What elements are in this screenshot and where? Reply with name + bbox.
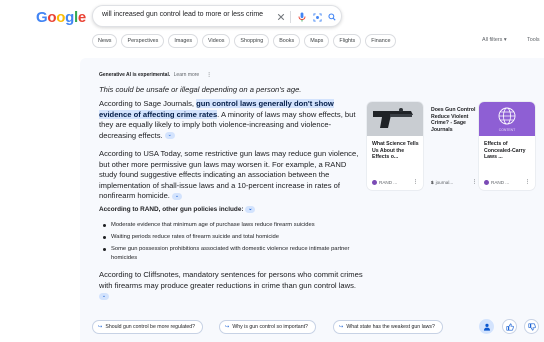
rand-favicon	[484, 180, 489, 185]
card-menu-icon[interactable]: ⋮	[472, 179, 477, 185]
card-title: What Science Tells Us About the Effects …	[372, 141, 419, 161]
reply-arrow-icon: ↪	[98, 324, 103, 330]
thumbs-up-icon	[505, 322, 514, 331]
thumbs-down-button[interactable]	[524, 319, 539, 334]
expand-source-button[interactable]: ⌄	[245, 206, 256, 213]
chip-videos[interactable]: Videos	[202, 34, 231, 48]
search-divider	[290, 11, 291, 23]
microphone-icon[interactable]	[296, 11, 308, 23]
content-image: CONTENT	[479, 102, 535, 136]
followup-text: What state has the weakest gun laws?	[346, 324, 435, 330]
thumbs-down-icon	[527, 322, 536, 331]
all-filters-label: All filters	[482, 37, 503, 43]
logo-letter: o	[56, 9, 66, 26]
search-results-page: Google will increased gun control lead t…	[0, 0, 544, 342]
overview-paragraph-1: According to Sage Journals, gun control …	[99, 99, 365, 141]
rand-policy-list: Moderate evidence that minimum age of pu…	[102, 221, 352, 266]
p3-text: According to Cliffsnotes, mandatory sent…	[99, 270, 363, 290]
ai-experimental-label: Generative AI is experimental.	[99, 72, 171, 78]
rand-favicon	[372, 180, 377, 185]
logo-letter: e	[77, 9, 86, 26]
thumbs-up-button[interactable]	[502, 319, 517, 334]
card-source-name: RAND ...	[491, 180, 510, 185]
overview-paragraph-3: According to Cliffsnotes, mandatory sent…	[99, 270, 365, 302]
logo-letter: g	[65, 9, 74, 26]
content-label: CONTENT	[498, 128, 516, 132]
card-title: Effects of Concealed-Carry Laws ...	[484, 141, 526, 161]
logo-letter: G	[36, 9, 48, 26]
list-item: Some gun possession prohibitions associa…	[102, 245, 352, 261]
p1-lead: According to Sage Journals,	[99, 99, 197, 108]
card-source: RAND ...	[484, 180, 509, 185]
overview-paragraph-2: According to USA Today, some restrictive…	[99, 149, 361, 202]
search-box[interactable]: will increased gun control lead to more …	[92, 5, 342, 27]
lens-icon[interactable]	[311, 11, 323, 23]
age-warning: This could be unsafe or illegal dependin…	[99, 85, 302, 94]
close-icon[interactable]	[275, 11, 287, 23]
learn-more-link[interactable]: Learn more	[174, 72, 200, 78]
chip-books[interactable]: Books	[273, 34, 301, 48]
logo-letter: o	[47, 9, 57, 26]
card-source: $ journal...	[431, 180, 453, 185]
handgun-image	[367, 102, 423, 136]
chip-shopping[interactable]: Shopping	[234, 34, 270, 48]
p2-text: According to USA Today, some restrictive…	[99, 149, 359, 201]
person-icon	[483, 323, 490, 331]
card-title: Does Gun Control Reduce Violent Crime? -…	[431, 107, 476, 133]
tools-button[interactable]: Tools	[527, 37, 540, 43]
followup-text: Why is gun control so important?	[232, 324, 308, 330]
source-card-rand-carry[interactable]: CONTENT Effects of Concealed-Carry Laws …	[479, 102, 535, 190]
rand-heading-text: According to RAND, other gun policies in…	[99, 206, 244, 214]
more-options-icon[interactable]: ⋮	[207, 72, 212, 78]
google-logo[interactable]: Google	[36, 9, 86, 26]
card-menu-icon[interactable]: ⋮	[413, 179, 418, 185]
expand-source-button[interactable]: ⌄	[99, 292, 109, 300]
expand-source-button[interactable]: ⌄	[172, 192, 183, 200]
reply-arrow-icon: ↪	[225, 324, 230, 330]
list-item: Waiting periods reduce rates of firearm …	[102, 233, 352, 241]
filter-chips: News Perspectives Images Videos Shopping…	[92, 34, 397, 48]
card-source-name: journal...	[435, 180, 454, 185]
search-icon[interactable]	[326, 11, 338, 23]
rand-heading: According to RAND, other gun policies in…	[99, 206, 256, 214]
followup-chip-important[interactable]: ↪ Why is gun control so important?	[219, 320, 316, 334]
sage-favicon: $	[431, 180, 434, 185]
chip-maps[interactable]: Maps	[304, 34, 330, 48]
source-card-rand-science[interactable]: What Science Tells Us About the Effects …	[367, 102, 423, 190]
chip-finance[interactable]: Finance	[365, 34, 397, 48]
expand-source-button[interactable]: ⌄	[164, 132, 175, 140]
chip-flights[interactable]: Flights	[333, 34, 362, 48]
ai-overview-header: Generative AI is experimental. Learn mor…	[99, 72, 212, 78]
card-menu-icon[interactable]: ⋮	[525, 179, 530, 185]
chip-perspectives[interactable]: Perspectives	[121, 34, 165, 48]
card-source-name: RAND ...	[379, 180, 398, 185]
chevron-down-icon: ▾	[503, 37, 507, 43]
source-card-sage[interactable]: Does Gun Control Reduce Violent Crime? -…	[426, 102, 482, 190]
followup-text: Should gun control be more regulated?	[105, 324, 196, 330]
followup-chip-regulated[interactable]: ↪ Should gun control be more regulated?	[92, 320, 204, 334]
search-input[interactable]: will increased gun control lead to more …	[102, 11, 263, 18]
reply-arrow-icon: ↪	[339, 324, 344, 330]
chip-images[interactable]: Images	[168, 34, 199, 48]
chip-news[interactable]: News	[92, 34, 118, 48]
card-source: RAND ...	[372, 180, 397, 185]
followup-chip-weakest[interactable]: ↪ What state has the weakest gun laws?	[333, 320, 443, 334]
list-item: Moderate evidence that minimum age of pu…	[102, 221, 352, 229]
all-filters-button[interactable]: All filters ▾	[482, 37, 507, 43]
perspectives-button[interactable]	[479, 319, 494, 334]
